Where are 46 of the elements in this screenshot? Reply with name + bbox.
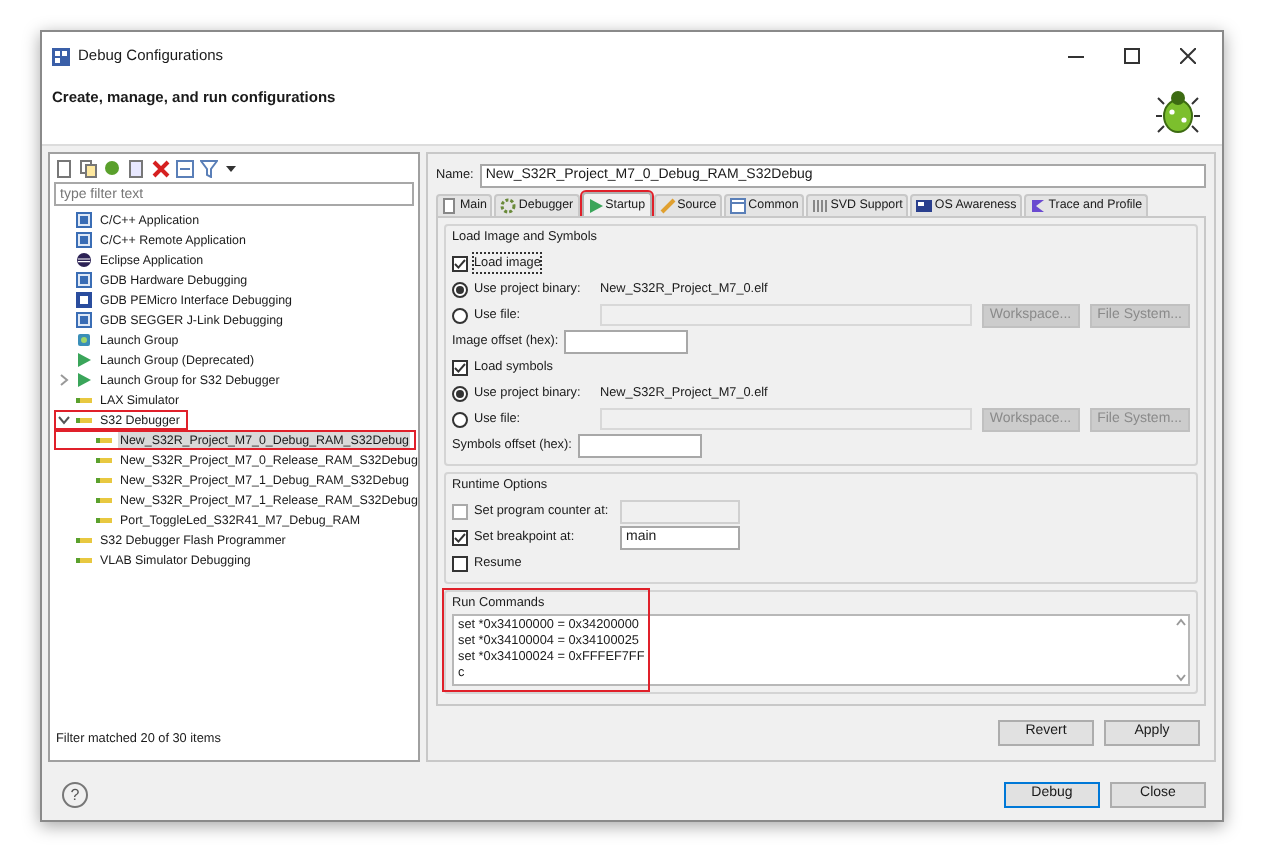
- configuration-icon: [96, 452, 112, 468]
- configuration-icon: [76, 552, 92, 568]
- configuration-icon: [76, 392, 92, 408]
- scroll-up-icon[interactable]: [1175, 618, 1185, 626]
- tab-icon: [500, 198, 517, 214]
- radio-button[interactable]: [452, 411, 468, 427]
- minimize-icon[interactable]: [1068, 55, 1084, 57]
- filter-icon[interactable]: [200, 159, 218, 177]
- tab-icon: [1030, 198, 1047, 214]
- configuration-icon: [96, 512, 112, 528]
- tab-icon: [812, 198, 829, 214]
- checked-checkbox[interactable]: [452, 359, 468, 375]
- configuration-icon: [76, 532, 92, 548]
- app-icon: [52, 47, 70, 65]
- configuration-icon: [76, 412, 92, 428]
- selected-radio-button[interactable]: [452, 385, 468, 401]
- selected-radio-button[interactable]: [452, 281, 468, 297]
- radio-button[interactable]: [452, 307, 468, 323]
- new-file-icon[interactable]: [56, 159, 74, 177]
- bug-icon: [1156, 86, 1200, 134]
- checked-checkbox[interactable]: [452, 529, 468, 545]
- tab-icon: [730, 198, 747, 214]
- collapse-icon[interactable]: [176, 159, 194, 177]
- offset-field[interactable]: [577, 433, 702, 457]
- configuration-icon: [76, 252, 92, 268]
- scroll-down-icon[interactable]: [1175, 674, 1185, 682]
- export-icon[interactable]: [104, 159, 122, 177]
- configuration-icon: [96, 472, 112, 488]
- configuration-icon: [96, 492, 112, 508]
- help-button[interactable]: ?: [62, 781, 88, 807]
- file-path-field[interactable]: [600, 408, 972, 430]
- tab-icon: [587, 197, 604, 213]
- checkbox[interactable]: [452, 555, 468, 571]
- tab-icon: [916, 198, 933, 214]
- delete-icon[interactable]: [152, 159, 170, 177]
- duplicate-icon[interactable]: [80, 159, 98, 177]
- offset-field[interactable]: [564, 329, 689, 353]
- checked-checkbox[interactable]: [452, 255, 468, 271]
- copy-icon[interactable]: [128, 159, 146, 177]
- tab-icon: [659, 198, 676, 214]
- tab-icon: [442, 198, 458, 214]
- configuration-icon: [76, 332, 92, 348]
- file-path-field[interactable]: [600, 304, 972, 326]
- close-icon[interactable]: [1180, 48, 1196, 64]
- configuration-icon: [96, 432, 112, 448]
- maximize-icon[interactable]: [1124, 48, 1140, 64]
